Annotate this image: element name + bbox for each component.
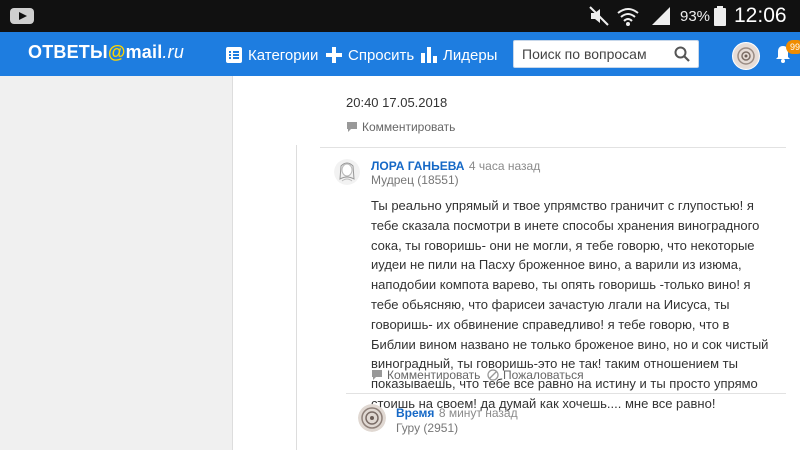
nav-categories-label: Категории: [248, 46, 319, 64]
comment-button[interactable]: Комментировать: [346, 120, 455, 134]
search-icon[interactable]: [674, 46, 690, 62]
author-rank: Мудрец (18551): [371, 173, 459, 187]
avatar[interactable]: [334, 159, 360, 185]
author-name[interactable]: ЛОРА ГАНЬЕВА: [371, 159, 464, 173]
comment-button-label: Комментировать: [387, 368, 481, 382]
clock: 12:06: [734, 4, 787, 27]
comment-button-label: Комментировать: [362, 120, 456, 134]
report-button-label: Пожаловаться: [503, 368, 584, 382]
time-ago: 8 минут назад: [438, 406, 518, 420]
report-button[interactable]: Пожаловаться: [487, 368, 584, 382]
plus-icon: [326, 47, 342, 63]
left-column: [0, 76, 232, 450]
user-avatar[interactable]: [732, 42, 760, 70]
nav-leaders[interactable]: Лидеры: [421, 45, 497, 65]
search-input[interactable]: [522, 45, 672, 63]
signal-icon: [652, 7, 670, 25]
nav-leaders-label: Лидеры: [443, 46, 498, 64]
nav-categories[interactable]: Категории: [226, 45, 318, 65]
status-bar: 93% 12:06: [0, 0, 800, 32]
thread-line: [296, 145, 297, 450]
logo-at: @: [107, 42, 126, 62]
author-rank: Гуру (2951): [396, 421, 459, 435]
nav-ask-label: Спросить: [348, 46, 415, 64]
logo-ru: .ru: [162, 42, 185, 62]
logo-mail: mail: [125, 42, 163, 62]
author-name[interactable]: Время: [396, 406, 434, 420]
notification-badge: 99: [786, 40, 800, 54]
youtube-icon: [10, 8, 34, 24]
comment-icon: [372, 370, 382, 380]
answer-timestamp: 20:40 17.05.2018: [346, 95, 448, 110]
search-box[interactable]: [513, 40, 699, 68]
site-logo[interactable]: ОТВЕТЫ@mail.ru: [28, 42, 184, 63]
comment-header: Время 8 минут назад: [396, 404, 518, 422]
nav-ask[interactable]: Спросить: [326, 45, 414, 65]
time-ago: 4 часа назад: [468, 159, 541, 173]
comment-icon: [347, 122, 357, 132]
divider: [346, 393, 786, 394]
battery-icon: [714, 6, 726, 26]
cut-off-text: [346, 76, 746, 78]
logo-otvety: ОТВЕТЫ: [28, 42, 108, 62]
bar-chart-icon: [421, 47, 437, 63]
battery-percent: 93%: [680, 8, 711, 25]
mute-icon: [589, 6, 609, 26]
list-icon: [226, 47, 242, 63]
wifi-icon: [617, 8, 639, 26]
report-icon: [487, 369, 499, 381]
comment-button[interactable]: Комментировать: [371, 368, 480, 382]
avatar[interactable]: [358, 404, 386, 432]
divider: [320, 147, 786, 148]
